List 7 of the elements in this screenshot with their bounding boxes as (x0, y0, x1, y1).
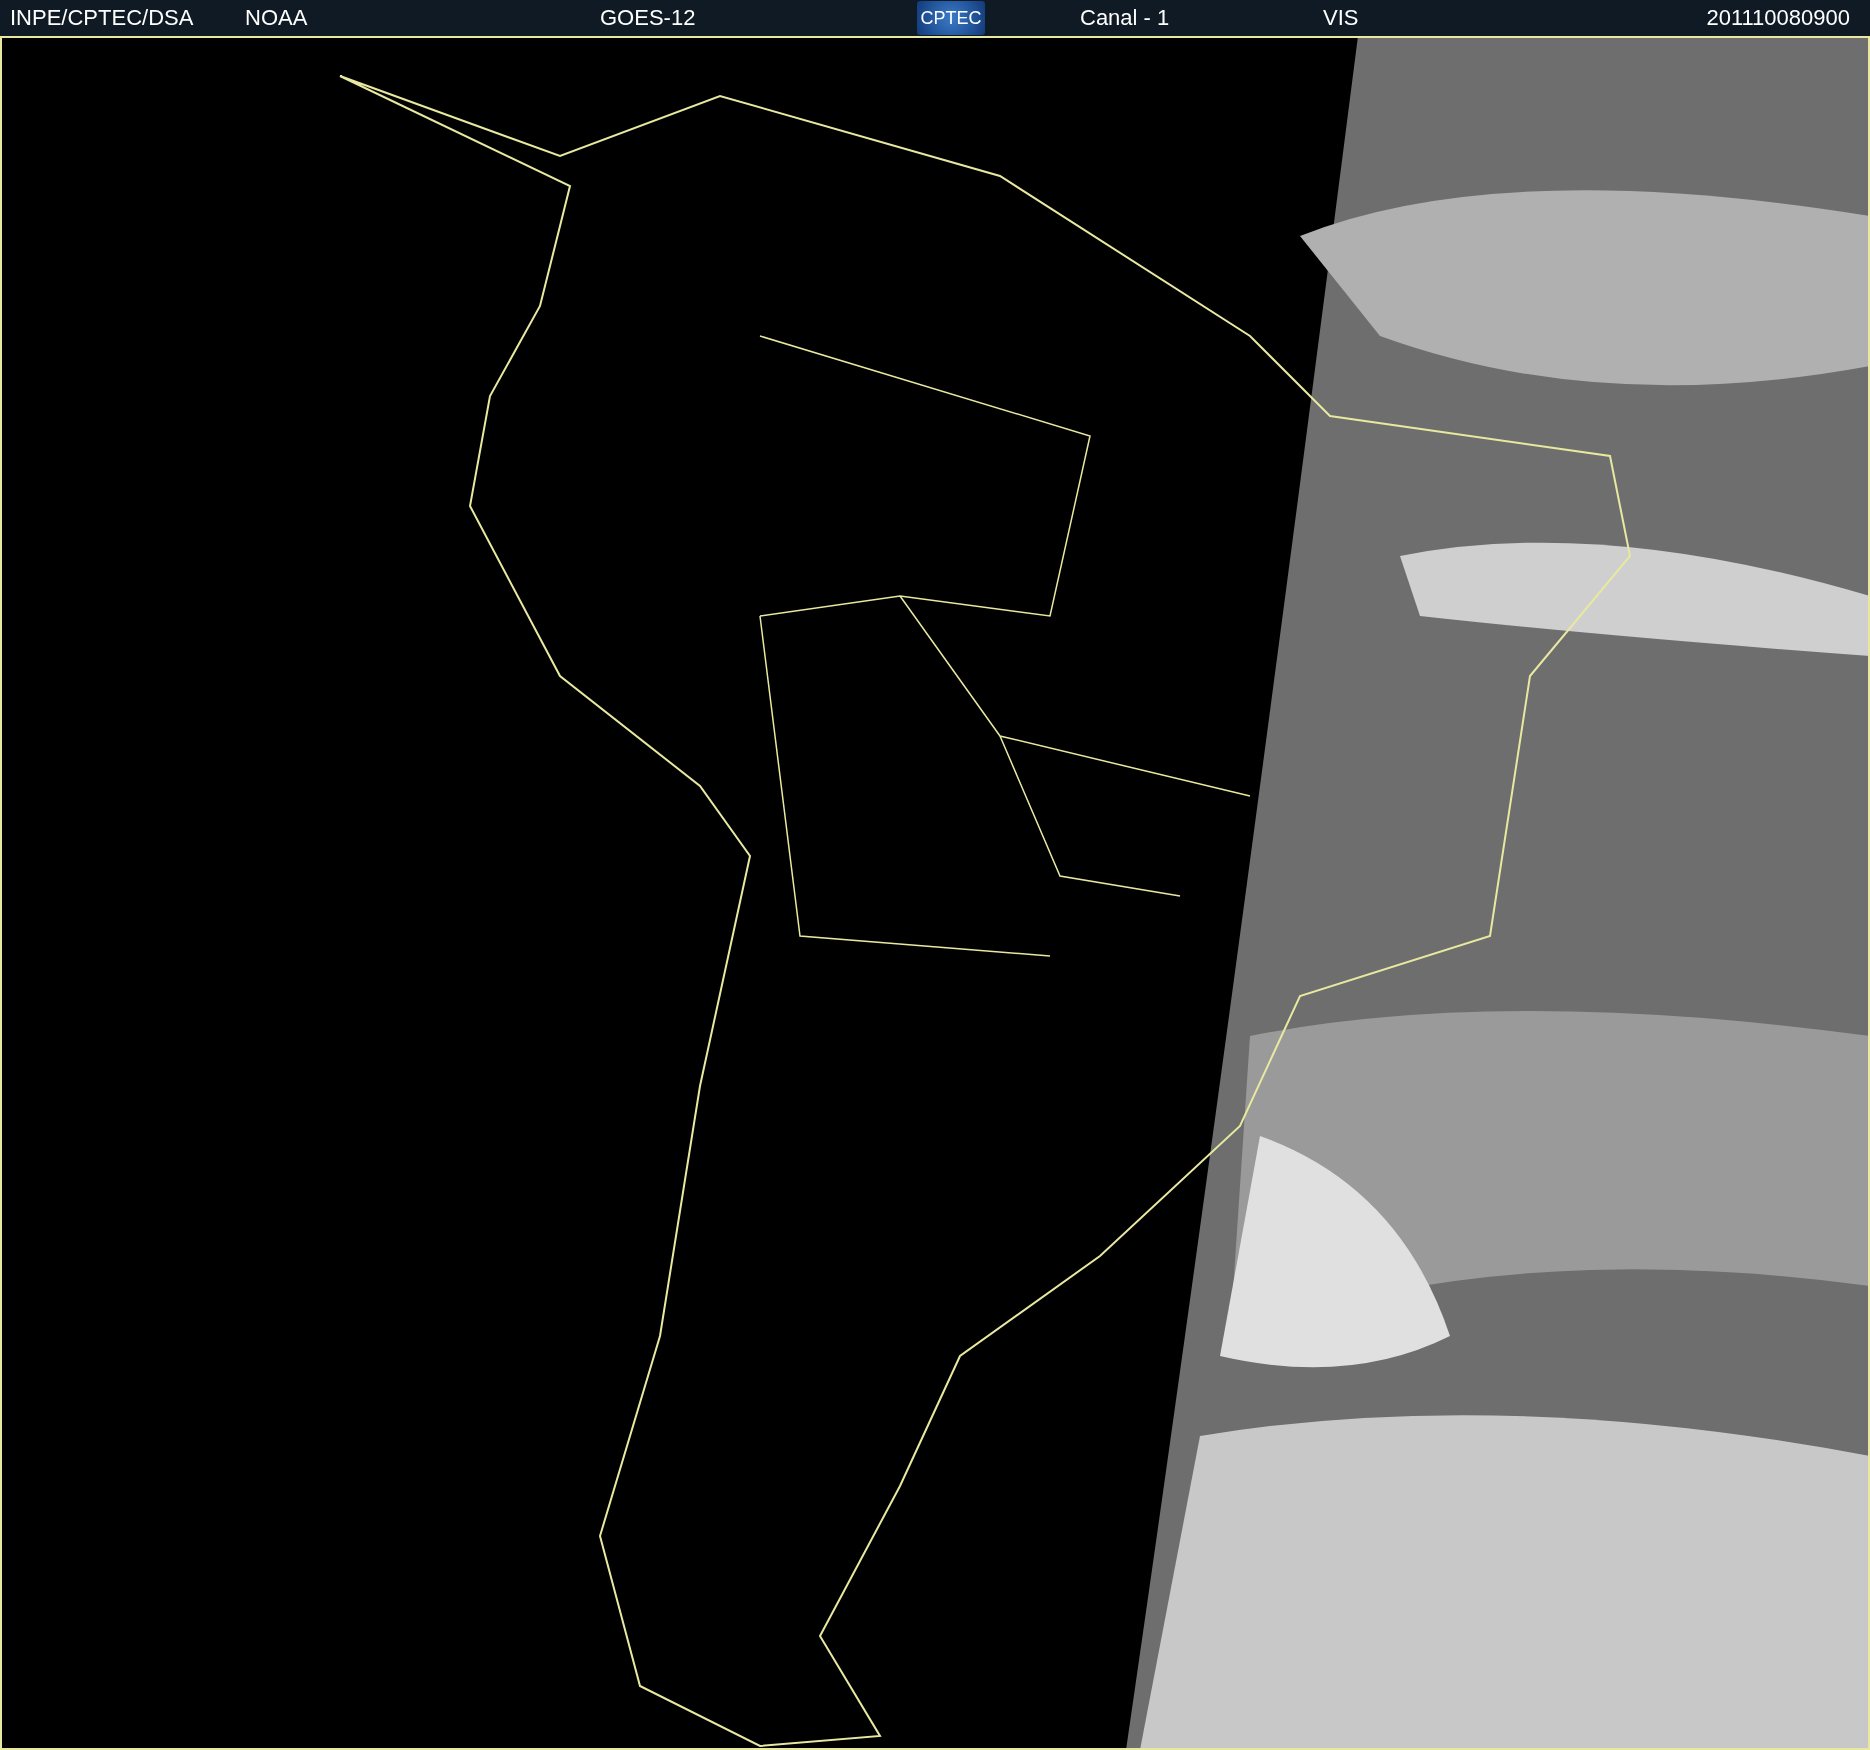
header-label: GOES-12 (600, 5, 696, 31)
header-label: NOAA (245, 5, 308, 31)
header-label: 201110080900 (1706, 5, 1850, 31)
header-label: VIS (1323, 5, 1359, 31)
logo: CPTEC (917, 1, 985, 35)
header-label: Canal - 1 (1080, 5, 1170, 31)
header-label: INPE/CPTEC/DSA (10, 5, 194, 31)
